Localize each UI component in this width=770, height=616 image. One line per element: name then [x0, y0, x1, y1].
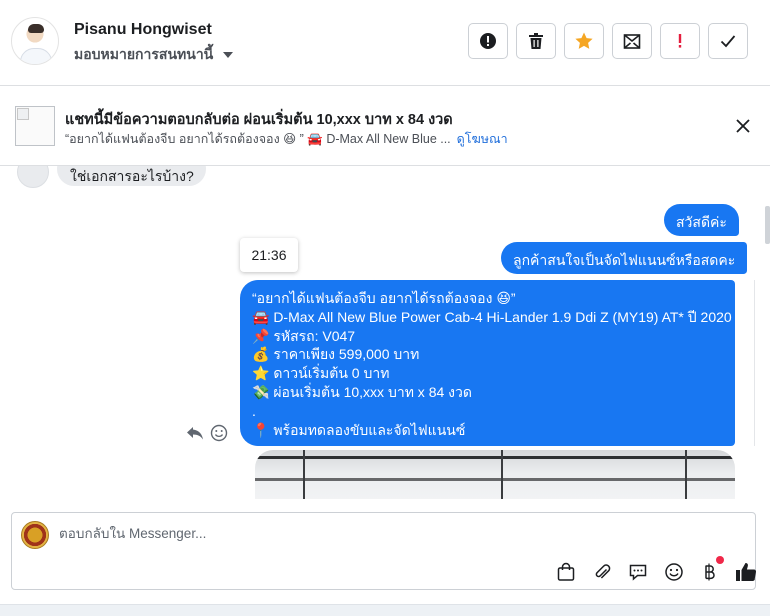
emoji-button[interactable]	[662, 560, 686, 584]
ceiling-beam	[501, 450, 503, 499]
conversation-header: Pisanu Hongwiset มอบหมายการสนทนานี้	[0, 0, 770, 86]
chevron-down-icon	[223, 52, 234, 58]
ceiling-rail	[255, 478, 735, 481]
emoji-icon	[665, 563, 683, 581]
close-icon[interactable]	[734, 117, 752, 135]
exclamation-circle-icon	[480, 33, 496, 49]
header-actions	[468, 23, 748, 59]
message-thread[interactable]: ใช่เอกสารอะไรบ้าง? สวัสดีค่ะ 21:36 ลูกค้…	[0, 166, 770, 499]
reply-composer	[11, 512, 758, 590]
outgoing-message[interactable]: ลูกค้าสนใจเป็นจัดไฟแนนซ์หรือสดคะ	[501, 242, 748, 274]
ceiling-beam	[685, 450, 687, 499]
ad-message-bubble[interactable]: “อยากได้แฟนต้องจีบ อยากได้รถต้องจอง 😆” 🚘…	[240, 280, 735, 446]
saved-reply-button[interactable]	[626, 560, 650, 584]
trash-icon	[529, 33, 543, 49]
page-avatar	[21, 521, 49, 549]
shopping-bag-button[interactable]	[554, 560, 578, 584]
ad-message-line: 📍 พร้อมทดลองขับและจัดไฟแนนซ์	[252, 421, 466, 438]
ad-context-banner: แชทนี้มีข้อความตอบกลับต่อ ผ่อนเริ่มต้น 1…	[0, 87, 770, 166]
inbox-conversation-view: Pisanu Hongwiset มอบหมายการสนทนานี้ แชทน…	[0, 0, 770, 616]
assign-label: มอบหมายการสนทนานี้	[74, 46, 214, 62]
composer-tools	[554, 556, 758, 584]
emoji-react-icon[interactable]	[210, 424, 228, 442]
thumbs-up-icon	[736, 563, 757, 582]
ad-message-line: .	[252, 402, 256, 419]
alert-button[interactable]	[468, 23, 508, 59]
outgoing-message[interactable]: สวัสดีค่ะ	[664, 204, 739, 236]
envelope-open-icon	[623, 34, 641, 49]
ad-message-line: 💸 ผ่อนเริ่มต้น 10,xxx บาท x 84 งวด	[252, 383, 472, 400]
avatar[interactable]	[11, 17, 59, 65]
payment-button[interactable]	[698, 556, 724, 584]
side-panel-card-edge	[754, 280, 770, 446]
baht-icon	[705, 563, 715, 581]
incoming-message[interactable]: ใช่เอกสารอะไรบ้าง?	[57, 166, 206, 186]
message-reactions	[186, 424, 228, 442]
contact-name[interactable]: Pisanu Hongwiset	[74, 21, 212, 39]
spam-button[interactable]	[660, 23, 700, 59]
delete-button[interactable]	[516, 23, 556, 59]
attach-button[interactable]	[590, 560, 614, 584]
ceiling-beam	[303, 450, 305, 499]
contact-avatar	[17, 166, 49, 188]
done-button[interactable]	[708, 23, 748, 59]
avatar-shirt	[20, 48, 52, 64]
ad-thumbnail[interactable]	[15, 106, 55, 146]
reply-input[interactable]	[59, 526, 619, 541]
mark-unread-button[interactable]	[612, 23, 652, 59]
ad-message-line: ⭐ ดาวน์เริ่มต้น 0 บาท	[252, 365, 390, 382]
ad-snippet: “อยากได้แฟนต้องจีบ อยากได้รถต้องจอง 😆 ” …	[65, 132, 451, 146]
reply-icon[interactable]	[186, 425, 204, 441]
view-ad-link[interactable]: ดูโฆษณา	[457, 129, 508, 149]
side-panel-edge	[765, 206, 770, 244]
ad-message-line: 📌 รหัสรถ: V047	[252, 327, 356, 344]
ad-message-line: 💰 ราคาเพียง 599,000 บาท	[252, 346, 420, 363]
shopping-bag-icon	[557, 562, 575, 581]
exclamation-icon	[678, 34, 682, 48]
ad-message-line: “อยากได้แฟนต้องจีบ อยากได้รถต้องจอง 😆”	[252, 290, 516, 306]
assign-conversation-dropdown[interactable]: มอบหมายการสนทนานี้	[74, 44, 234, 66]
paperclip-icon	[595, 564, 611, 579]
message-timestamp: 21:36	[240, 238, 298, 272]
avatar-hair	[28, 24, 44, 33]
notification-dot	[716, 556, 724, 564]
ceiling-rail	[255, 456, 735, 459]
star-button[interactable]	[564, 23, 604, 59]
star-icon	[575, 32, 593, 49]
check-icon	[720, 35, 736, 48]
ad-subtitle: “อยากได้แฟนต้องจีบ อยากได้รถต้องจอง 😆 ” …	[65, 129, 508, 149]
bottom-bar	[0, 604, 770, 616]
like-button[interactable]	[734, 560, 758, 584]
ad-message-line: 🚘 D-Max All New Blue Power Cab-4 Hi-Land…	[252, 308, 732, 325]
saved-reply-icon	[629, 564, 647, 581]
car-photo-attachment[interactable]	[255, 450, 735, 499]
ad-title: แชทนี้มีข้อความตอบกลับต่อ ผ่อนเริ่มต้น 1…	[65, 112, 453, 128]
